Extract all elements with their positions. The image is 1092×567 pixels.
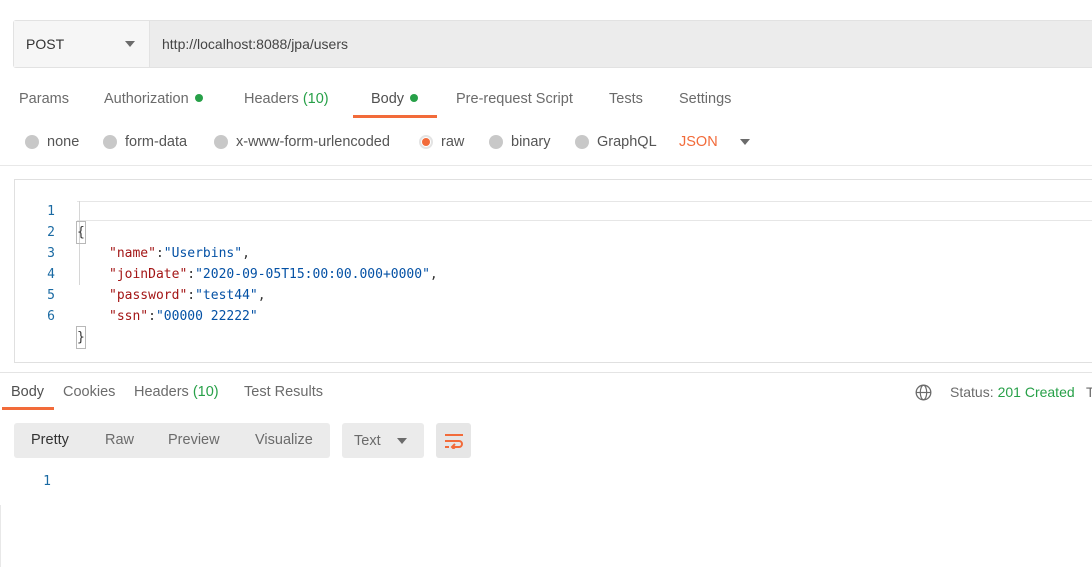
tab-params-label: Params bbox=[19, 91, 69, 107]
active-tab-indicator bbox=[2, 407, 54, 410]
radio-binary[interactable]: binary bbox=[489, 128, 551, 156]
status-value[interactable]: 201 Created bbox=[998, 384, 1075, 400]
language-label: JSON bbox=[679, 134, 718, 150]
chevron-down-icon bbox=[125, 41, 135, 47]
chevron-down-icon bbox=[739, 139, 750, 145]
radio-circle-icon bbox=[214, 135, 228, 149]
radio-form-data-label: form-data bbox=[125, 134, 188, 150]
format-select[interactable]: Text bbox=[342, 423, 424, 458]
code-line: 6 } bbox=[15, 285, 1092, 349]
wrap-lines-icon bbox=[444, 433, 463, 449]
status-dot-icon bbox=[410, 94, 419, 102]
divider bbox=[0, 505, 1, 567]
tab-headers-label: Headers bbox=[244, 91, 299, 107]
response-time-label: T bbox=[1086, 384, 1092, 400]
line-number: 1 bbox=[43, 474, 51, 489]
view-mode-group: Pretty Raw Preview Visualize bbox=[14, 423, 330, 458]
tab-authorization[interactable]: Authorization bbox=[104, 78, 203, 118]
code-line: 5 "ssn":"00000 22222" bbox=[15, 264, 1092, 324]
format-label: Text bbox=[354, 432, 381, 449]
line-number: 6 bbox=[47, 309, 55, 324]
visualize-button[interactable]: Visualize bbox=[255, 423, 313, 458]
tab-response-body[interactable]: Body bbox=[11, 372, 44, 410]
wrap-lines-button[interactable] bbox=[436, 423, 471, 458]
radio-graphql-label: GraphQL bbox=[597, 134, 657, 150]
tab-response-headers[interactable]: Headers (10) bbox=[134, 372, 219, 410]
chevron-down-icon bbox=[396, 437, 407, 444]
code-text: } bbox=[76, 326, 86, 349]
tab-pre-request-script[interactable]: Pre-request Script bbox=[456, 78, 573, 118]
tab-cookies[interactable]: Cookies bbox=[63, 372, 115, 410]
request-body-editor[interactable]: 1 { 2 "name":"Userbins", 3 "joinDate":"2… bbox=[14, 179, 1092, 363]
tab-test-results[interactable]: Test Results bbox=[244, 372, 323, 410]
response-status: Status: 201 Created bbox=[950, 372, 1075, 412]
tab-tests[interactable]: Tests bbox=[609, 78, 643, 118]
globe-icon[interactable] bbox=[915, 384, 932, 401]
preview-button[interactable]: Preview bbox=[168, 423, 220, 458]
code-line: 1 { bbox=[15, 180, 1092, 244]
language-select[interactable]: JSON bbox=[679, 128, 750, 156]
radio-urlencoded-label: x-www-form-urlencoded bbox=[236, 134, 390, 150]
radio-circle-icon bbox=[489, 135, 503, 149]
radio-selected-icon bbox=[419, 135, 433, 149]
radio-binary-label: binary bbox=[511, 134, 551, 150]
active-tab-indicator bbox=[353, 115, 437, 118]
radio-graphql[interactable]: GraphQL bbox=[575, 128, 657, 156]
radio-form-data[interactable]: form-data bbox=[103, 128, 187, 156]
url-text: http://localhost:8088/jpa/users bbox=[162, 36, 349, 52]
json-key: "ssn" bbox=[109, 309, 149, 324]
tab-headers-count: (10) bbox=[302, 91, 329, 107]
tab-settings-label: Settings bbox=[679, 91, 732, 107]
status-label: Status: bbox=[950, 384, 994, 400]
divider bbox=[0, 165, 1092, 166]
tab-body-label: Body bbox=[371, 91, 405, 107]
request-url-bar: POST http://localhost:8088/jpa/users bbox=[13, 20, 1092, 68]
tab-settings[interactable]: Settings bbox=[679, 78, 731, 118]
tab-tests-label: Tests bbox=[609, 91, 643, 107]
tab-pre-request-label: Pre-request Script bbox=[456, 91, 573, 107]
method-label: POST bbox=[26, 36, 65, 52]
radio-none-label: none bbox=[47, 134, 80, 150]
pretty-button[interactable]: Pretty bbox=[31, 423, 69, 458]
body-type-options: none form-data x-www-form-urlencoded raw… bbox=[0, 128, 1092, 156]
radio-raw[interactable]: raw bbox=[419, 128, 464, 156]
json-value: "00000 22222" bbox=[155, 309, 258, 324]
status-dot-icon bbox=[194, 94, 203, 102]
tab-body[interactable]: Body bbox=[371, 78, 419, 118]
raw-button[interactable]: Raw bbox=[105, 423, 134, 458]
radio-none[interactable]: none bbox=[25, 128, 79, 156]
code-line: 3 "joinDate":"2020-09-05T15:00:00.000+00… bbox=[15, 222, 1092, 282]
tab-authorization-label: Authorization bbox=[104, 91, 189, 107]
tab-headers[interactable]: Headers (10) bbox=[244, 78, 329, 118]
radio-circle-icon bbox=[103, 135, 117, 149]
tab-params[interactable]: Params bbox=[19, 78, 69, 118]
tab-response-body-label: Body bbox=[11, 384, 45, 400]
radio-circle-icon bbox=[25, 135, 39, 149]
code-line: 2 "name":"Userbins", bbox=[15, 201, 1092, 261]
tab-test-results-label: Test Results bbox=[244, 384, 323, 400]
code-line: 4 "password":"test44", bbox=[15, 243, 1092, 303]
response-code-line: 1 bbox=[0, 471, 60, 492]
radio-urlencoded[interactable]: x-www-form-urlencoded bbox=[214, 128, 390, 156]
radio-circle-icon bbox=[575, 135, 589, 149]
request-tabs: Params Authorization Headers (10) Body P… bbox=[0, 78, 1092, 120]
radio-raw-label: raw bbox=[441, 134, 465, 150]
tab-cookies-label: Cookies bbox=[63, 384, 116, 400]
tab-response-headers-label: Headers bbox=[134, 384, 189, 400]
url-input[interactable]: http://localhost:8088/jpa/users bbox=[150, 21, 1092, 67]
method-select[interactable]: POST bbox=[14, 21, 150, 67]
tab-response-headers-count: (10) bbox=[192, 384, 219, 400]
